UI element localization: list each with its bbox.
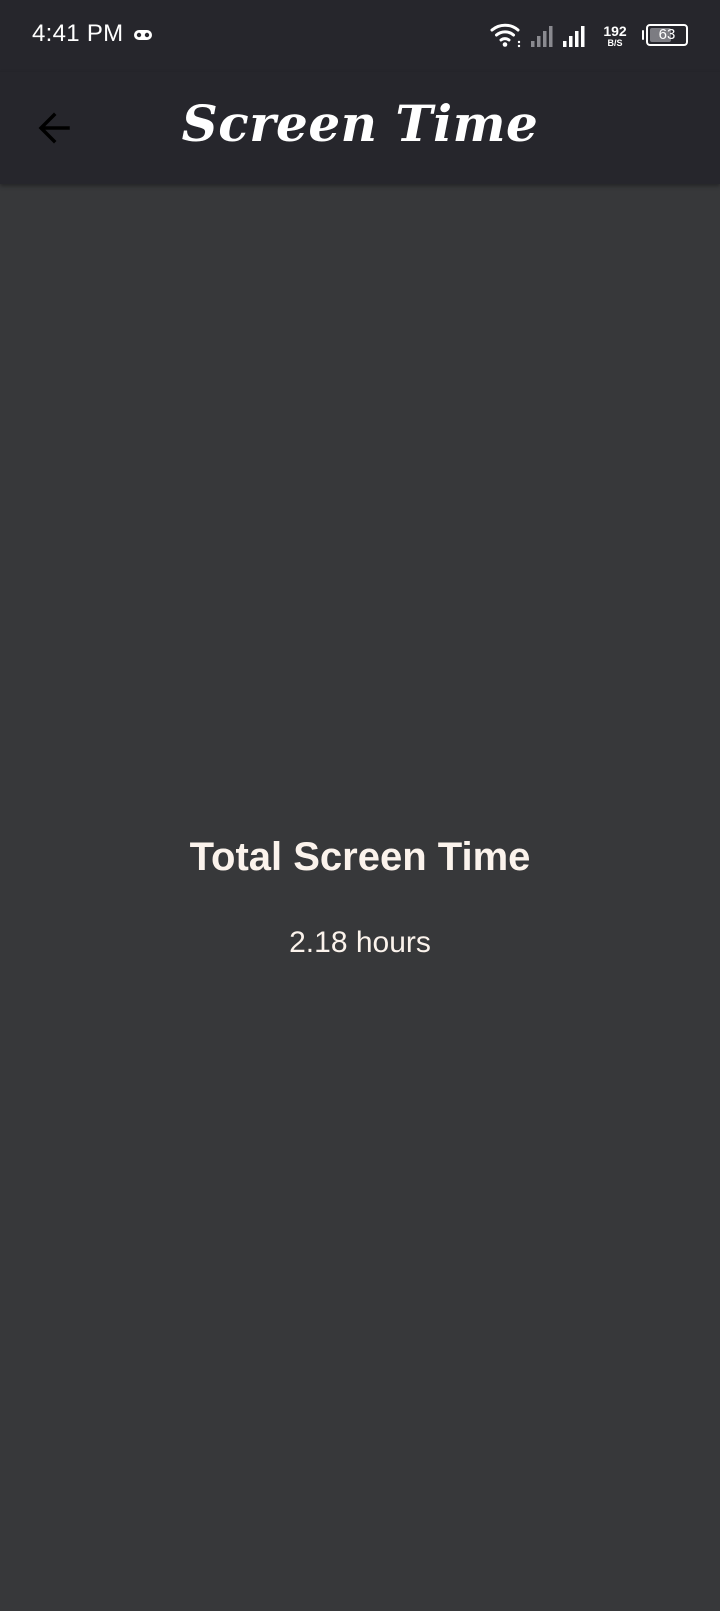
total-screen-time-value: 2.18 hours [289, 926, 431, 959]
status-bar: 4:41 PM 192 B/S 63 [0, 0, 720, 72]
battery-cap [642, 30, 644, 40]
app-bar: Screen Time [0, 72, 720, 184]
page-title: Screen Time [181, 94, 539, 153]
main-content: Total Screen Time 2.18 hours [0, 184, 720, 1611]
battery-icon: 63 [642, 24, 688, 46]
network-speed-unit: B/S [607, 38, 623, 48]
battery-level: 63 [658, 26, 676, 43]
network-speed-value: 192 [603, 23, 627, 39]
screen: 4:41 PM 192 B/S 63 Screen Time Total Scr… [0, 0, 720, 1611]
network-speed: 192 B/S [600, 24, 630, 48]
status-time: 4:41 PM [32, 20, 124, 47]
gamepad-icon [133, 27, 153, 43]
status-icons: 192 B/S 63 [490, 22, 690, 52]
total-screen-time-label: Total Screen Time [189, 835, 531, 879]
